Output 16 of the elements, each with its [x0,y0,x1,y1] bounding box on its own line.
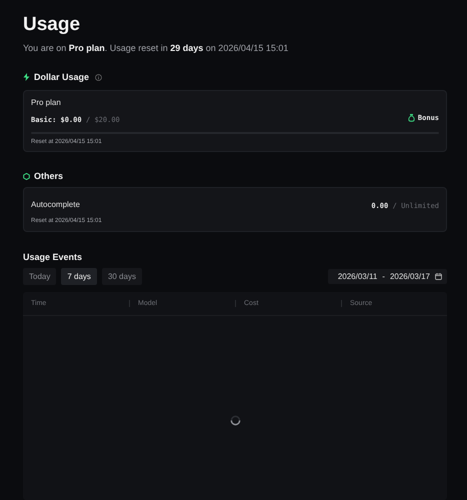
range-tab[interactable]: Today [23,268,56,285]
money-bag-icon [408,114,415,122]
plan-summary: You are on Pro plan. Usage reset in 29 days on 2026/04/15 15:01 [23,43,290,53]
info-icon[interactable] [95,74,102,80]
plan-name: Pro plan [31,98,62,108]
page-title: Usage [23,14,82,36]
item-name: Autocomplete [31,200,80,210]
range-tab[interactable]: 30 days [102,268,142,285]
date-range-picker[interactable]: 2026/03/11 - 2026/03/17 [328,268,447,284]
lightning-icon [23,73,30,81]
hexagon-icon [23,172,30,180]
calendar-icon [435,272,442,280]
section-heading: Others [34,171,64,182]
section-heading: Dollar Usage [34,72,90,82]
range-tab[interactable]: 7 days [61,268,97,285]
section-heading: Usage Events [23,252,82,262]
